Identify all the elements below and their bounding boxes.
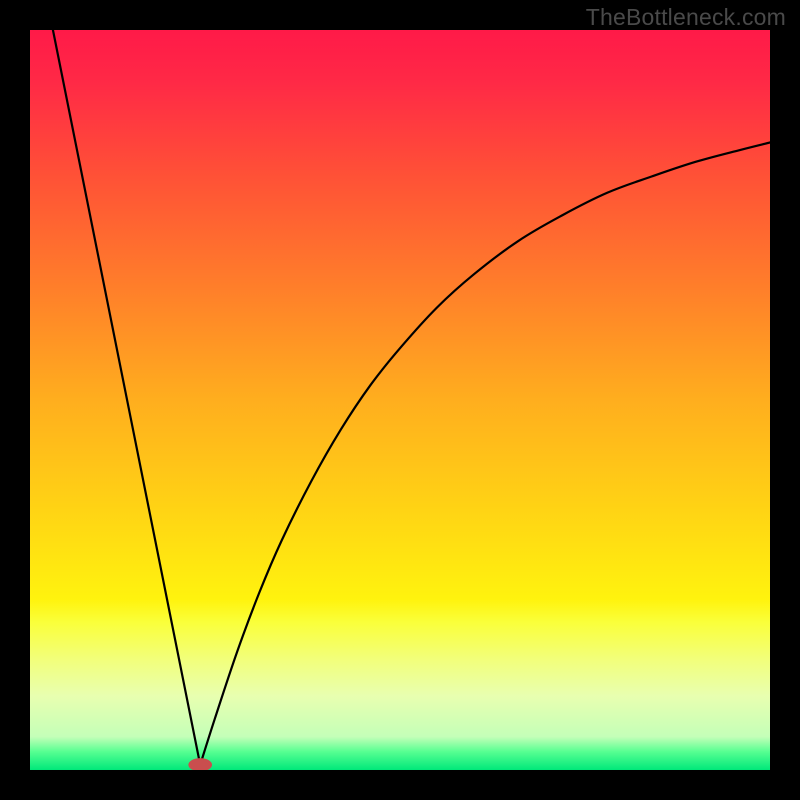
- watermark-text: TheBottleneck.com: [586, 4, 786, 31]
- chart-frame: TheBottleneck.com: [0, 0, 800, 800]
- chart-svg: [30, 30, 770, 770]
- plot-area: [30, 30, 770, 770]
- gradient-background: [30, 30, 770, 770]
